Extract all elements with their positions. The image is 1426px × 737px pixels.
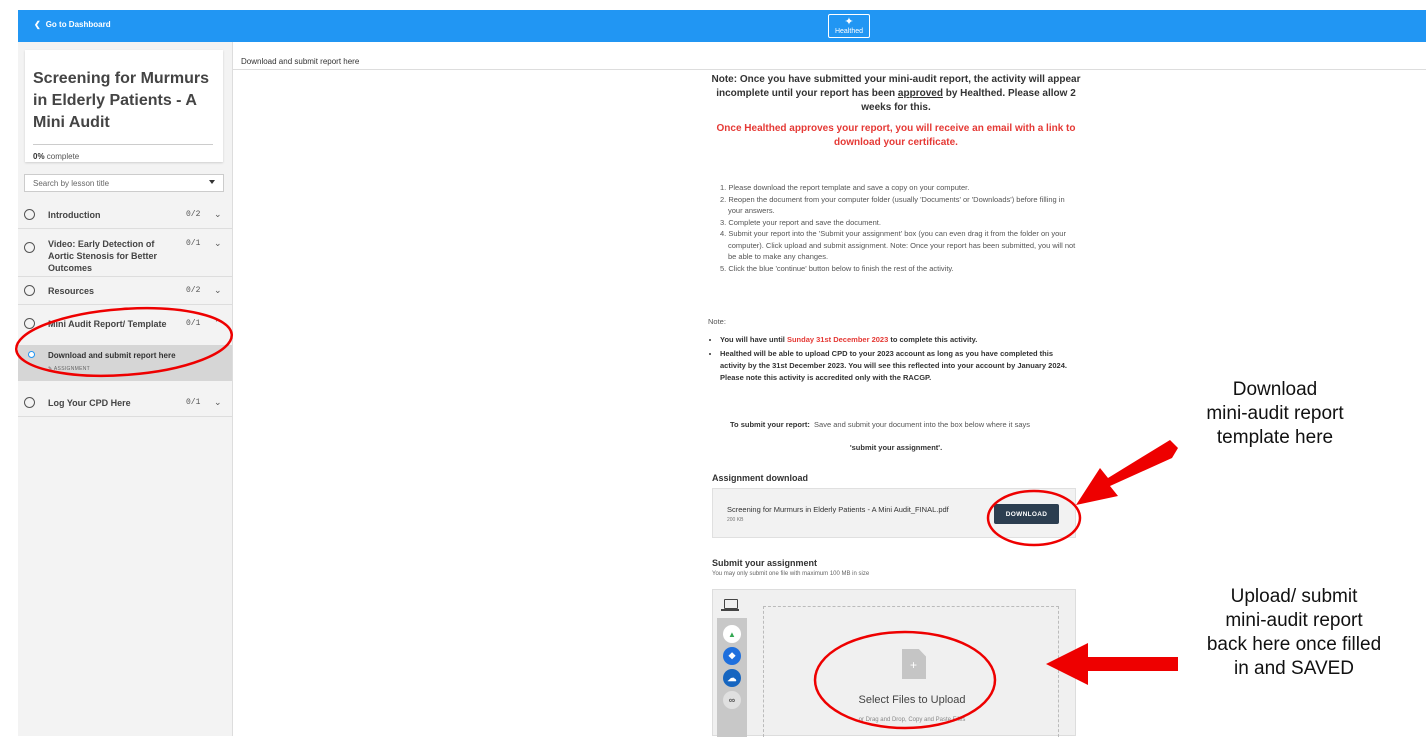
submit-instructions: To submit your report: Save and submit y…: [730, 420, 1030, 429]
deadline-bullets: You will have until Sunday 31st December…: [720, 334, 1080, 386]
download-annotation: Download mini-audit report template here: [1206, 379, 1344, 448]
divider: [18, 304, 232, 305]
link-icon[interactable]: ∞: [723, 691, 741, 709]
circle-icon: [28, 351, 35, 358]
person-icon: ✦: [844, 16, 854, 28]
upload-sources: ▲ ❖ ☁ ∞: [717, 618, 747, 737]
google-drive-icon[interactable]: ▲: [723, 625, 741, 643]
go-to-dashboard-link[interactable]: ❮ Go to Dashboard: [34, 20, 111, 29]
divider: [18, 416, 232, 417]
sublesson-download-submit[interactable]: Download and submit report here ✎ ASSIGN…: [18, 345, 232, 381]
circle-icon: [24, 209, 35, 220]
chevron-down-icon[interactable]: ⌄: [214, 285, 222, 296]
note-label: Note:: [708, 317, 726, 326]
upload-widget: ▲ ❖ ☁ ∞ + Select Files to Upload or Drag…: [712, 589, 1076, 737]
divider: [18, 228, 232, 229]
red-arrow-download: [1076, 440, 1178, 505]
submit-size-note: You may only submit one file with maximu…: [712, 571, 870, 577]
top-bar: ❮ Go to Dashboard ✦ Healthed: [18, 10, 1426, 42]
submit-assignment-heading: Submit your assignment: [712, 558, 818, 568]
circle-icon: [24, 397, 35, 408]
course-title: Screening for Murmurs in Elderly Patient…: [33, 70, 210, 131]
cpd-bullet: Healthed will be able to upload CPD to y…: [720, 348, 1080, 384]
chevron-down-icon[interactable]: ⌄: [214, 397, 222, 408]
chevron-up-icon[interactable]: ⌃: [214, 318, 222, 329]
circle-icon: [24, 242, 35, 253]
download-filename: Screening for Murmurs in Elderly Patient…: [727, 505, 949, 514]
lesson-search-select[interactable]: Search by lesson title: [24, 174, 224, 192]
healthed-logo: ✦ Healthed: [828, 14, 870, 38]
select-files-button[interactable]: Select Files to Upload: [764, 694, 1060, 706]
course-card: Screening for Murmurs in Elderly Patient…: [25, 50, 223, 162]
file-plus-icon: +: [902, 649, 926, 679]
circle-icon: [24, 318, 35, 329]
certificate-note: Once Healthed approves your report, you …: [716, 123, 1076, 148]
sidebar: Screening for Murmurs in Elderly Patient…: [18, 42, 233, 736]
assignment-icon: ✎: [48, 366, 53, 372]
onedrive-icon[interactable]: ☁: [723, 669, 741, 687]
deadline-bullet: You will have until Sunday 31st December…: [720, 334, 1080, 346]
submit-quote: 'submit your assignment'.: [849, 443, 943, 452]
approval-note: Note: Once you have submitted your mini-…: [711, 74, 1081, 113]
upload-annotation: Upload/ submit mini-audit report back he…: [1206, 586, 1382, 679]
chevron-left-icon: ❮: [34, 20, 41, 29]
file-drop-zone[interactable]: + Select Files to Upload or Drag and Dro…: [763, 606, 1059, 737]
divider: [33, 144, 213, 145]
download-button[interactable]: DOWNLOAD: [994, 504, 1059, 524]
content-header: Download and submit report here: [233, 51, 1426, 70]
chevron-down-icon[interactable]: ⌄: [214, 238, 222, 249]
instruction-steps: 1. Please download the report template a…: [720, 183, 1076, 273]
caret-down-icon: [209, 180, 215, 184]
drag-drop-hint: or Drag and Drop, Copy and Paste Files: [858, 717, 966, 723]
progress-text: 0% complete: [33, 152, 80, 161]
upload-source-bar: ▲ ❖ ☁ ∞: [713, 590, 751, 737]
circle-icon: [24, 285, 35, 296]
assignment-label: ✎ ASSIGNMENT: [48, 366, 90, 372]
divider: [18, 276, 232, 277]
assignment-download-box: Screening for Murmurs in Elderly Patient…: [712, 488, 1076, 538]
dropbox-icon[interactable]: ❖: [723, 647, 741, 665]
download-filesize: 200 KB: [727, 517, 744, 523]
laptop-icon[interactable]: [721, 599, 739, 611]
chevron-down-icon[interactable]: ⌄: [214, 209, 222, 220]
assignment-download-heading: Assignment download: [712, 473, 809, 483]
